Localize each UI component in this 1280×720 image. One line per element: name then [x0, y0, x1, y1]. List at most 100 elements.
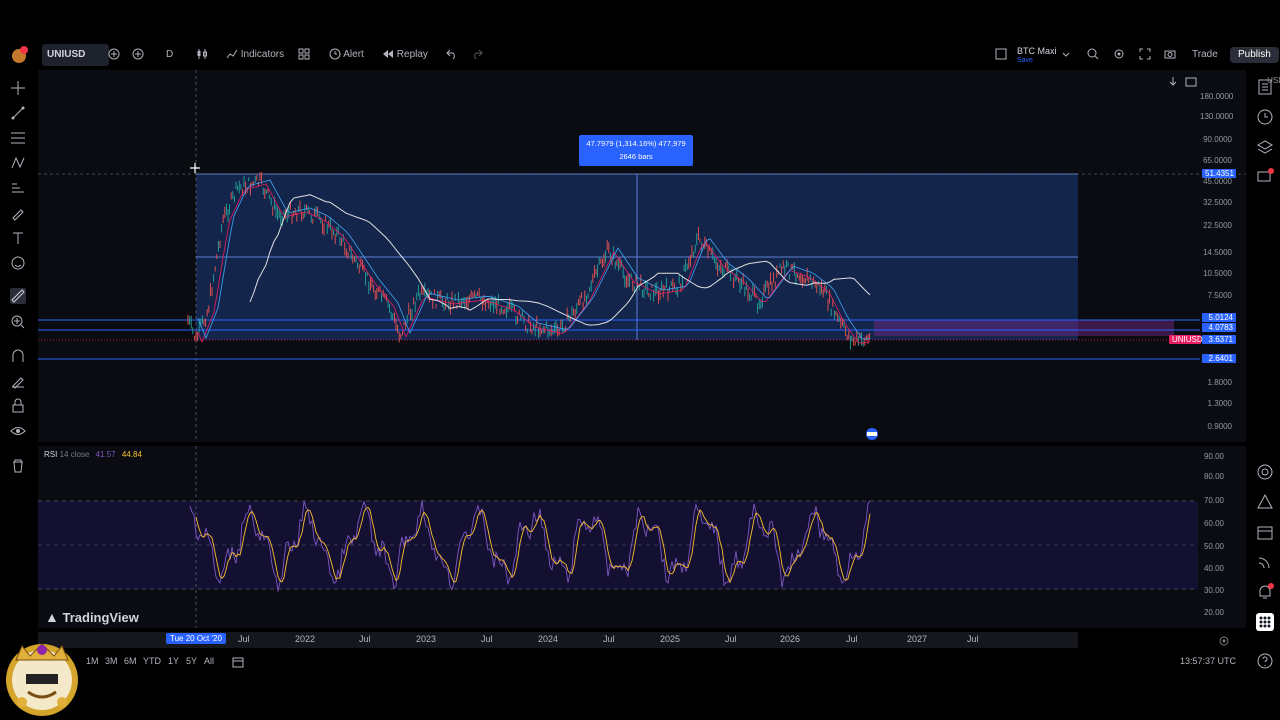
stay-drawing-icon[interactable]: [10, 373, 26, 389]
range-ytd[interactable]: YTD: [143, 656, 161, 666]
time-tick: 2026: [780, 634, 801, 644]
rsi-svg: [38, 446, 1198, 628]
time-tick: Jul: [359, 634, 371, 644]
alert-button[interactable]: Alert: [329, 44, 364, 66]
rsi-value-2: 44.84: [121, 450, 142, 459]
measure-line-1: 47.7979 (1,314.16%) 477,979: [586, 139, 686, 148]
apps-grid-icon[interactable]: [1256, 613, 1274, 631]
layout-selector[interactable]: BTC Maxi Save: [1017, 46, 1057, 68]
pattern-icon[interactable]: [10, 155, 26, 171]
rsi-tick: 20.00: [1203, 608, 1224, 617]
bottom-toolbar: 1M 3M 6M YTD 1Y 5Y All 13:57:37 UTC: [80, 656, 1240, 670]
triangle-icon[interactable]: [1256, 493, 1274, 511]
range-1y[interactable]: 1Y: [168, 656, 179, 666]
add-symbol-icon[interactable]: [108, 44, 120, 66]
cursor-cross: [190, 163, 200, 173]
chevron-down-icon[interactable]: [1062, 44, 1070, 66]
time-axis[interactable]: Tue 20 Oct '20 Jul 2022 Jul 2023 Jul 2024 Jul 2…: [38, 632, 1078, 648]
range-1m[interactable]: 1M: [86, 656, 99, 666]
time-tick: Jul: [967, 634, 979, 644]
download-icon[interactable]: [1166, 75, 1180, 89]
time-tick: Jul: [846, 634, 858, 644]
trendline-icon[interactable]: [10, 105, 26, 121]
rsi-tick: 90.00: [1203, 452, 1224, 461]
undo-icon[interactable]: [446, 44, 458, 66]
price-tick: 45.0000: [1203, 177, 1232, 186]
fullscreen-icon[interactable]: [1139, 44, 1151, 66]
rsi-legend[interactable]: RSI 14 close 41.57 44.84: [44, 450, 142, 459]
price-label-5-0124: 5.0124: [1202, 313, 1236, 322]
symbol-search[interactable]: UNIUSD: [42, 44, 109, 66]
price-tick: 0.9000: [1207, 422, 1232, 431]
purple-zone: [874, 320, 1174, 336]
time-tick: Jul: [725, 634, 737, 644]
calendar-icon[interactable]: [1256, 523, 1274, 541]
prediction-icon[interactable]: [10, 180, 26, 196]
layers-icon[interactable]: [1256, 138, 1274, 156]
emoji-icon[interactable]: [10, 255, 26, 271]
magnet-icon[interactable]: [10, 348, 26, 364]
help-icon[interactable]: [1256, 652, 1274, 670]
tradingview-text: TradingView: [62, 610, 139, 625]
rsi-tick: 80.00: [1203, 472, 1224, 481]
measure-tooltip: 47.7979 (1,314.16%) 477,979 2646 bars: [579, 135, 693, 166]
layout-icon[interactable]: [995, 44, 1007, 66]
utc-clock[interactable]: 13:57:37 UTC: [1180, 656, 1236, 666]
right-sidebar: [1252, 70, 1280, 670]
range-3m[interactable]: 3M: [105, 656, 118, 666]
layout-name: BTC Maxi: [1017, 46, 1057, 56]
price-label-4-0783: 4.0783: [1202, 323, 1236, 332]
range-5y[interactable]: 5Y: [186, 656, 197, 666]
time-tick: Jul: [603, 634, 615, 644]
camera-icon[interactable]: [1164, 44, 1176, 66]
bell-icon[interactable]: [1256, 583, 1274, 601]
price-tick: 130.0000: [1200, 112, 1234, 121]
compare-icon[interactable]: [132, 44, 144, 66]
ruler-icon[interactable]: [10, 288, 26, 304]
measure-line-2: 2646 bars: [619, 152, 653, 161]
time-tick: 2024: [538, 634, 559, 644]
rsi-value-1: 41.57: [95, 450, 116, 459]
trash-icon[interactable]: [10, 458, 26, 474]
range-6m[interactable]: 6M: [124, 656, 137, 666]
rsi-tick: 50.00: [1203, 542, 1224, 551]
fib-icon[interactable]: [10, 130, 26, 146]
replay-button[interactable]: Replay: [382, 44, 428, 66]
clock-icon[interactable]: [1256, 108, 1274, 126]
rsi-tick: 40.00: [1203, 564, 1224, 573]
time-tick: 2022: [295, 634, 316, 644]
price-label-2-6401: 2.6401: [1202, 354, 1236, 363]
rewind-icon: [383, 50, 393, 59]
refresh-icon[interactable]: [1184, 75, 1198, 89]
zoom-in-icon[interactable]: [10, 314, 26, 330]
search-icon[interactable]: [1087, 44, 1099, 66]
publish-button[interactable]: Publish: [1230, 47, 1279, 63]
target-icon[interactable]: [1256, 463, 1274, 481]
price-chart-pane[interactable]: USD 180.0000 130.0000 90.0000 65.0000 45.000…: [38, 70, 1280, 442]
chat-icon[interactable]: [1256, 168, 1274, 186]
interval-button[interactable]: D: [166, 44, 173, 66]
lock-icon[interactable]: [10, 398, 26, 414]
rsi-pane[interactable]: 90.00 80.00 70.00 60.00 50.00 40.00 30.00 20.00: [38, 446, 1246, 628]
range-all[interactable]: All: [204, 656, 214, 666]
feed-icon[interactable]: [1256, 553, 1274, 571]
eye-icon[interactable]: [10, 423, 26, 439]
candles-icon[interactable]: [196, 44, 208, 66]
brush-icon[interactable]: [10, 205, 26, 221]
time-tick: Jul: [238, 634, 250, 644]
settings-icon[interactable]: [1113, 44, 1125, 66]
templates-icon[interactable]: [298, 44, 310, 66]
date-range-icon[interactable]: [232, 656, 244, 668]
axis-settings-icon[interactable]: [1218, 635, 1230, 647]
alert-label: Alert: [343, 49, 364, 60]
layout-status: Save: [1017, 57, 1033, 64]
price-label-51-4351: 51.4351: [1202, 169, 1236, 178]
indicators-button[interactable]: Indicators: [226, 44, 284, 66]
currency-label[interactable]: USD: [1238, 76, 1280, 85]
crosshair-icon[interactable]: [10, 80, 26, 96]
user-avatar-icon[interactable]: [10, 44, 28, 66]
redo-icon[interactable]: [471, 44, 483, 66]
text-icon[interactable]: [10, 230, 26, 246]
trade-button[interactable]: Trade: [1192, 44, 1218, 66]
time-tick: Jul: [481, 634, 493, 644]
